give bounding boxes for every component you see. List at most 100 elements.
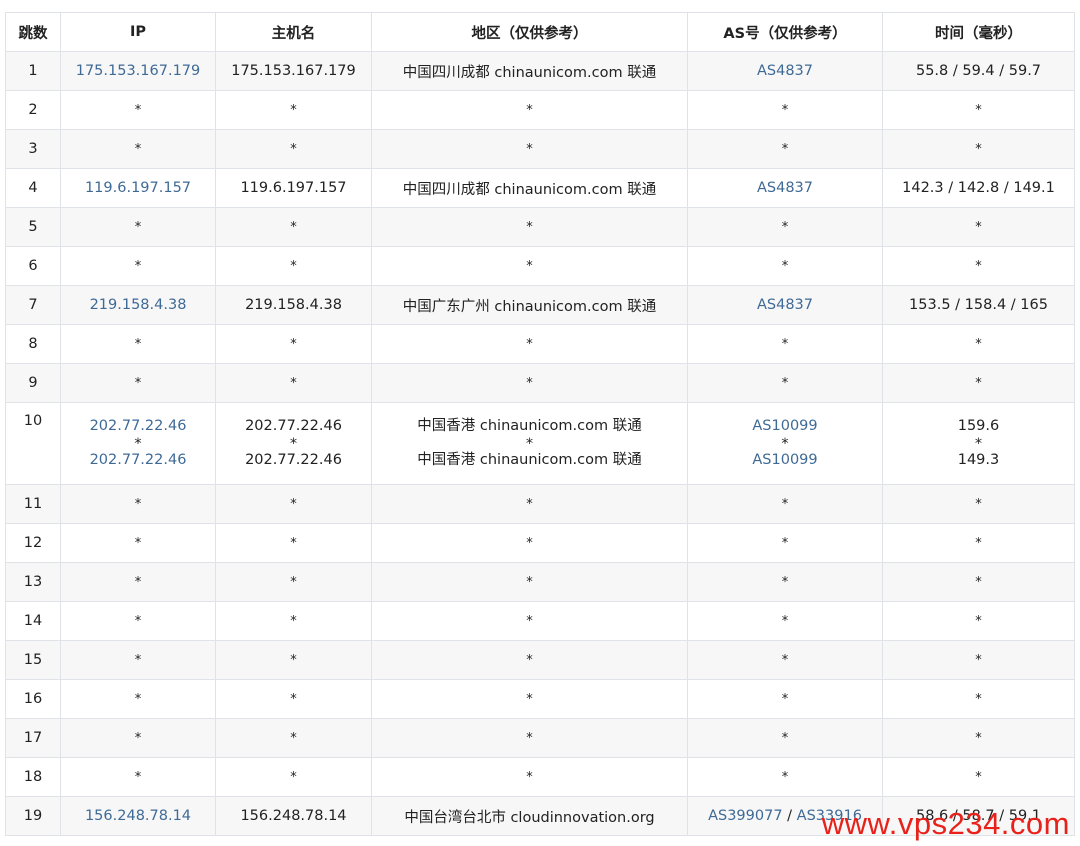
hop-number: 14: [5, 601, 61, 641]
hostname-cell: *: [215, 640, 372, 680]
as-link[interactable]: AS4837: [757, 297, 813, 313]
hostname-cell: *: [215, 679, 372, 719]
table-row: 1 175.153.167.179 175.153.167.179 中国四川成都…: [5, 51, 1075, 91]
as-link[interactable]: AS4837: [757, 63, 813, 79]
region-cell: 中国四川成都 chinaunicom.com 联通: [371, 51, 688, 91]
header-ip: IP: [60, 12, 216, 52]
hop-number: 16: [5, 679, 61, 719]
region-text: 中国香港 chinaunicom.com 联通: [417, 418, 642, 434]
ip-cell: 202.77.22.46 * 202.77.22.46: [60, 402, 216, 485]
region-timeout: *: [525, 435, 534, 452]
hop-number: 11: [5, 484, 61, 524]
ip-link[interactable]: 156.248.78.14: [85, 808, 191, 824]
as-link[interactable]: AS10099: [752, 418, 817, 434]
header-hop: 跳数: [5, 12, 61, 52]
hop-number: 10: [5, 402, 61, 485]
hostname-cell: 202.77.22.46 * 202.77.22.46: [215, 402, 372, 485]
region-cell: 中国台湾台北市 cloudinnovation.org: [371, 796, 688, 836]
as-link[interactable]: AS399077: [708, 808, 782, 824]
table-row: 16 * * * * *: [5, 679, 1075, 719]
ip-cell: *: [60, 718, 216, 758]
time-cell: *: [882, 562, 1075, 602]
hop-number: 7: [5, 285, 61, 325]
time-cell: *: [882, 363, 1075, 403]
hop-number: 2: [5, 90, 61, 130]
as-cell: *: [687, 640, 883, 680]
time-text: 149.3: [957, 451, 1000, 468]
ip-cell: 156.248.78.14: [60, 796, 216, 836]
hostname-timeout: *: [289, 435, 298, 452]
region-cell: *: [371, 207, 688, 247]
ip-link[interactable]: 219.158.4.38: [90, 297, 187, 313]
as-cell: AS4837: [687, 51, 883, 91]
hop-number: 19: [5, 796, 61, 836]
hostname-cell: *: [215, 90, 372, 130]
region-cell: *: [371, 363, 688, 403]
ip-link[interactable]: 175.153.167.179: [76, 63, 201, 79]
hostname-cell: 175.153.167.179: [215, 51, 372, 91]
table-row: 14 * * * * *: [5, 601, 1075, 641]
as-cell: *: [687, 601, 883, 641]
ip-cell: *: [60, 207, 216, 247]
ip-link[interactable]: 202.77.22.46: [90, 452, 187, 468]
time-timeout: *: [974, 435, 983, 452]
ip-cell: *: [60, 757, 216, 797]
as-link[interactable]: AS10099: [752, 452, 817, 468]
hostname-cell: 119.6.197.157: [215, 168, 372, 208]
hop-number: 9: [5, 363, 61, 403]
region-cell: *: [371, 484, 688, 524]
ip-cell: 119.6.197.157: [60, 168, 216, 208]
time-cell: 159.6 * 149.3: [882, 402, 1075, 485]
hop-number: 13: [5, 562, 61, 602]
ip-cell: *: [60, 129, 216, 169]
as-link[interactable]: AS4837: [757, 180, 813, 196]
table-row: 3 * * * * *: [5, 129, 1075, 169]
hop-number: 18: [5, 757, 61, 797]
table-row: 13 * * * * *: [5, 562, 1075, 602]
time-cell: *: [882, 757, 1075, 797]
ip-cell: *: [60, 484, 216, 524]
region-cell: *: [371, 679, 688, 719]
hostname-text: 202.77.22.46: [245, 418, 342, 434]
ip-cell: *: [60, 640, 216, 680]
as-cell: *: [687, 679, 883, 719]
hostname-cell: *: [215, 562, 372, 602]
hop-number: 17: [5, 718, 61, 758]
hostname-cell: *: [215, 484, 372, 524]
hostname-cell: *: [215, 246, 372, 286]
time-cell: 55.8 / 59.4 / 59.7: [882, 51, 1075, 91]
table-row: 7 219.158.4.38 219.158.4.38 中国广东广州 china…: [5, 285, 1075, 325]
header-as: AS号（仅供参考）: [687, 12, 883, 52]
as-cell: AS10099 * AS10099: [687, 402, 883, 485]
ip-cell: *: [60, 601, 216, 641]
as-cell: *: [687, 484, 883, 524]
hostname-cell: 156.248.78.14: [215, 796, 372, 836]
table-row: 18 * * * * *: [5, 757, 1075, 797]
hostname-cell: *: [215, 718, 372, 758]
table-row: 11 * * * * *: [5, 484, 1075, 524]
ip-cell: *: [60, 324, 216, 364]
time-cell: *: [882, 207, 1075, 247]
table-row: 9 * * * * *: [5, 363, 1075, 403]
time-cell: *: [882, 324, 1075, 364]
time-text: 159.6: [957, 418, 1000, 434]
time-cell: *: [882, 90, 1075, 130]
region-cell: *: [371, 523, 688, 563]
as-cell: *: [687, 129, 883, 169]
hop-number: 12: [5, 523, 61, 563]
header-hostname: 主机名: [215, 12, 372, 52]
region-cell: 中国四川成都 chinaunicom.com 联通: [371, 168, 688, 208]
as-cell: *: [687, 363, 883, 403]
ip-link[interactable]: 202.77.22.46: [90, 418, 187, 434]
hostname-cell: *: [215, 601, 372, 641]
hop-number: 15: [5, 640, 61, 680]
hop-number: 3: [5, 129, 61, 169]
table-row: 8 * * * * *: [5, 324, 1075, 364]
as-cell: *: [687, 523, 883, 563]
hostname-cell: *: [215, 363, 372, 403]
region-cell: *: [371, 324, 688, 364]
ip-link[interactable]: 119.6.197.157: [85, 180, 191, 196]
as-cell: *: [687, 207, 883, 247]
watermark: www.vps234.com: [821, 806, 1070, 841]
table-row: 10 202.77.22.46 * 202.77.22.46 202.77.22…: [5, 402, 1075, 485]
